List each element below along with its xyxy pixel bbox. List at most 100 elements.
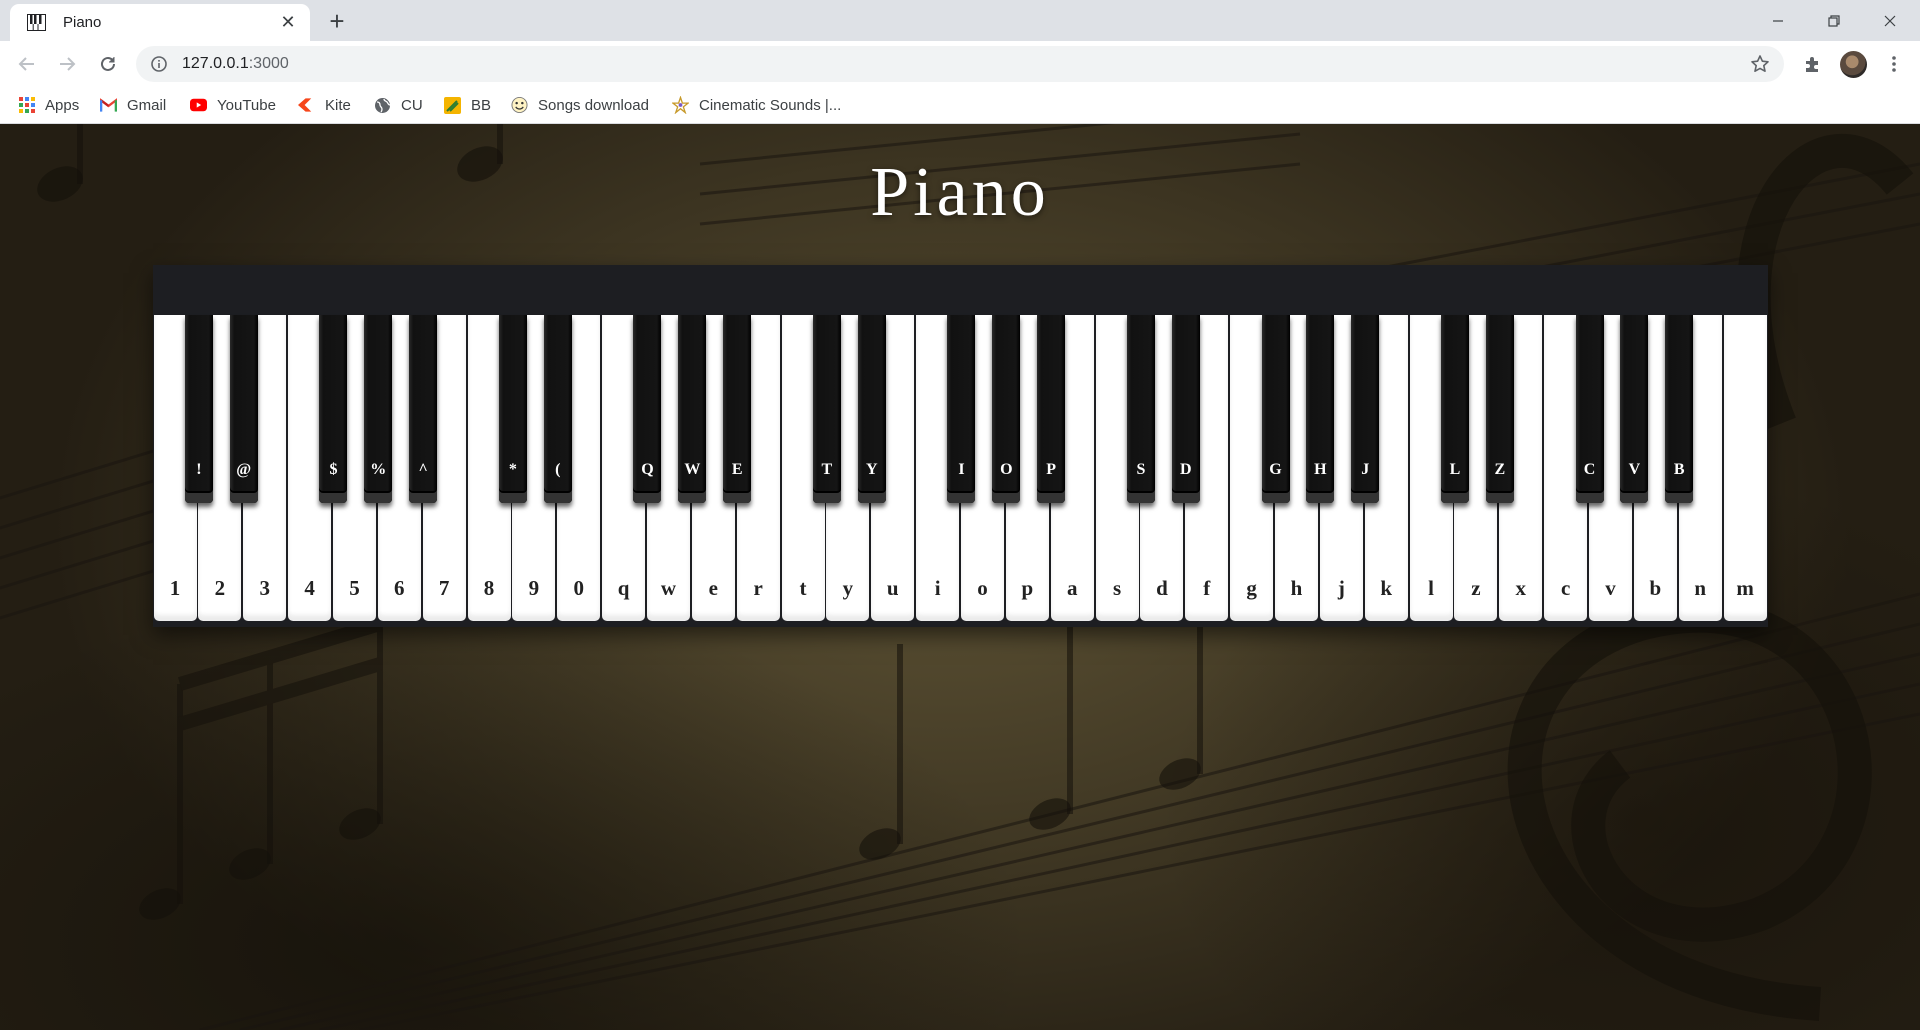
black-key-label: @ [236, 461, 252, 478]
white-key-label: 5 [349, 576, 360, 600]
bookmark-star-icon[interactable] [1750, 54, 1770, 74]
extensions-puzzle-icon[interactable] [1799, 50, 1827, 78]
black-key-label: $ [329, 461, 338, 478]
restore-button[interactable] [1806, 0, 1862, 41]
url-host: 127.0.0.1 [182, 55, 249, 72]
black-key-label: E [731, 461, 743, 478]
piano-icon [27, 14, 46, 31]
white-key-label: 9 [528, 576, 540, 600]
info-icon[interactable] [150, 55, 168, 73]
bookmark-cinematic-sounds[interactable]: Cinematic Sounds |... [672, 93, 841, 117]
bookmark-label: Apps [45, 96, 80, 114]
songs-icon [511, 96, 528, 114]
black-key-label: D [1179, 461, 1192, 478]
bookmark-gmail[interactable]: Gmail [100, 93, 166, 117]
new-tab-button[interactable]: + [322, 6, 352, 36]
bookmark-apps[interactable]: Apps [18, 93, 79, 117]
white-key-label: t [799, 576, 807, 600]
black-key[interactable]: Q [633, 315, 662, 503]
youtube-icon [190, 97, 207, 114]
white-key[interactable]: m [1723, 315, 1767, 621]
black-key[interactable]: D [1171, 315, 1200, 503]
white-key-label: c [1560, 576, 1571, 600]
bookmark-label: Cinematic Sounds |... [699, 96, 842, 114]
piano-keyboard: 1 2 3 4 5 6 7 8 9 0 q w e r t y u i o p a s d f g h j k l z x c v b n m! @ $%… [153, 265, 1768, 627]
black-key-label: * [508, 461, 517, 478]
white-key-label: 8 [483, 576, 495, 600]
black-key[interactable]: L [1440, 315, 1469, 503]
black-key[interactable]: E [723, 315, 752, 503]
black-key-label: C [1583, 461, 1596, 478]
black-key[interactable]: P [1037, 315, 1066, 503]
black-key-label: L [1449, 461, 1461, 478]
black-key[interactable]: V [1620, 315, 1649, 503]
black-key-label: Y [865, 461, 878, 478]
white-key-label: 4 [304, 576, 315, 600]
black-key[interactable]: T [812, 315, 841, 503]
white-key-label: k [1380, 576, 1393, 600]
black-key-label: T [821, 461, 833, 478]
cinematic-icon [672, 96, 689, 114]
url-text[interactable]: 127.0.0.1:3000 [182, 55, 289, 73]
white-key-label: l [1428, 576, 1434, 600]
bookmark-bb[interactable]: BB [444, 93, 491, 117]
black-key[interactable]: % [364, 315, 393, 503]
black-key[interactable]: Z [1485, 315, 1514, 503]
black-key[interactable]: I [947, 315, 976, 503]
black-key-label: P [1046, 461, 1057, 478]
black-key[interactable]: ^ [409, 315, 438, 503]
bookmarks-bar: Apps Gmail YouTube Kite CU BB Songs down… [0, 87, 1920, 124]
black-key-label: ( [555, 461, 561, 478]
close-window-button[interactable] [1862, 0, 1918, 41]
gmail-icon [100, 97, 117, 114]
black-key[interactable]: J [1351, 315, 1380, 503]
black-key[interactable]: G [1261, 315, 1290, 503]
white-key-label: q [617, 576, 630, 600]
white-key-label: n [1694, 576, 1707, 600]
forward-button[interactable] [51, 48, 83, 80]
bookmark-youtube[interactable]: YouTube [190, 93, 276, 117]
black-key[interactable]: H [1306, 315, 1335, 503]
browser-toolbar: 127.0.0.1:3000 [0, 41, 1920, 87]
globe-icon [374, 97, 391, 114]
profile-avatar[interactable] [1840, 51, 1867, 78]
white-key-label: z [1471, 576, 1481, 600]
black-key[interactable]: Y [857, 315, 886, 503]
black-key[interactable]: @ [229, 315, 258, 503]
white-key-label: w [660, 576, 677, 600]
bookmark-label: Gmail [127, 96, 167, 114]
white-key-label: i [934, 576, 941, 600]
white-key-label: y [842, 576, 854, 600]
browser-tab[interactable]: Piano ✕ [10, 4, 310, 41]
black-key[interactable]: W [678, 315, 707, 503]
back-button[interactable] [11, 48, 43, 80]
black-key[interactable]: * [498, 315, 527, 503]
kebab-menu-icon[interactable] [1880, 50, 1908, 78]
reload-button[interactable] [92, 48, 124, 80]
black-key[interactable]: ! [184, 315, 213, 503]
address-bar[interactable]: 127.0.0.1:3000 [136, 46, 1784, 82]
minimize-button[interactable] [1750, 0, 1806, 41]
black-key-label: S [1136, 461, 1146, 478]
page-content: Piano 1 2 3 4 5 6 7 8 9 0 q w e r t y u i o p a s d f g h j k l z x c v b… [0, 124, 1920, 1030]
black-key[interactable]: ( [543, 315, 572, 503]
white-key-label: 6 [394, 576, 405, 600]
black-key-label: J [1361, 461, 1370, 478]
white-key-label: g [1246, 576, 1257, 600]
bookmark-kite[interactable]: Kite [298, 93, 351, 117]
black-key[interactable]: B [1665, 315, 1694, 503]
white-key-label: r [753, 576, 763, 600]
white-key-label: a [1066, 576, 1078, 600]
black-key[interactable]: O [992, 315, 1021, 503]
black-key[interactable]: S [1126, 315, 1155, 503]
black-key[interactable]: $ [319, 315, 348, 503]
white-key-label: 0 [573, 576, 584, 600]
bookmark-cu[interactable]: CU [374, 93, 423, 117]
black-key[interactable]: C [1575, 315, 1604, 503]
white-key-label: d [1156, 576, 1168, 600]
bookmark-songs-download[interactable]: Songs download [511, 93, 649, 117]
page-title: Piano [870, 154, 1050, 231]
bookmark-label: BB [471, 96, 492, 114]
close-tab-icon[interactable]: ✕ [274, 9, 302, 37]
black-key-label: I [958, 461, 965, 478]
